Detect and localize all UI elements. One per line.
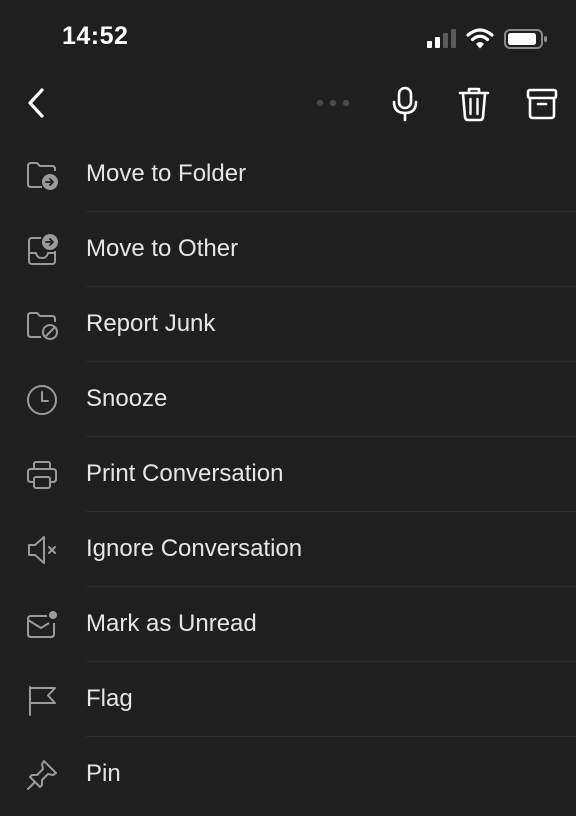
menu-item-snooze[interactable]: Snooze	[0, 362, 576, 437]
menu-item-move-to-other[interactable]: Move to Other	[0, 212, 576, 287]
menu-item-label: Report Junk	[86, 310, 216, 337]
flag-icon	[25, 683, 59, 717]
trash-icon	[458, 87, 490, 122]
menu-item-pin[interactable]: Pin	[0, 737, 576, 812]
status-bar: 14:52	[0, 0, 576, 72]
speaker-mute-icon	[25, 533, 59, 567]
archive-icon	[526, 88, 558, 120]
envelope-unread-icon	[25, 608, 59, 642]
clock-icon	[25, 383, 59, 417]
delete-button[interactable]	[454, 84, 494, 124]
back-button[interactable]	[20, 84, 56, 124]
wifi-icon	[466, 27, 494, 49]
dictate-button[interactable]	[385, 84, 425, 124]
menu-item-label: Flag	[86, 685, 133, 712]
inbox-move-icon	[25, 233, 59, 267]
menu-item-label: Move to Folder	[86, 160, 247, 187]
menu-item-label: Print Conversation	[86, 460, 284, 487]
pin-icon	[25, 758, 59, 792]
menu-item-print-conversation[interactable]: Print Conversation	[0, 437, 576, 512]
menu-item-label: Ignore Conversation	[86, 535, 303, 562]
battery-icon	[504, 28, 548, 50]
navigation-bar	[0, 72, 576, 136]
microphone-icon	[392, 86, 418, 122]
action-menu: Move to Folder Move to Other Report Junk	[0, 137, 576, 812]
menu-item-flag[interactable]: Flag	[0, 662, 576, 737]
menu-item-move-to-folder[interactable]: Move to Folder	[0, 137, 576, 212]
more-dots-icon[interactable]	[316, 99, 350, 107]
status-time: 14:52	[62, 22, 129, 50]
menu-item-label: Pin	[86, 760, 121, 787]
menu-item-label: Snooze	[86, 385, 168, 412]
printer-icon	[25, 458, 59, 492]
menu-item-ignore-conversation[interactable]: Ignore Conversation	[0, 512, 576, 587]
back-chevron-icon	[28, 88, 44, 118]
menu-item-label: Move to Other	[86, 235, 239, 262]
cellular-signal-icon	[427, 28, 459, 48]
menu-item-report-junk[interactable]: Report Junk	[0, 287, 576, 362]
archive-button[interactable]	[522, 84, 562, 124]
folder-block-icon	[25, 308, 59, 342]
menu-item-mark-as-unread[interactable]: Mark as Unread	[0, 587, 576, 662]
folder-move-icon	[25, 158, 59, 192]
menu-item-label: Mark as Unread	[86, 610, 257, 637]
